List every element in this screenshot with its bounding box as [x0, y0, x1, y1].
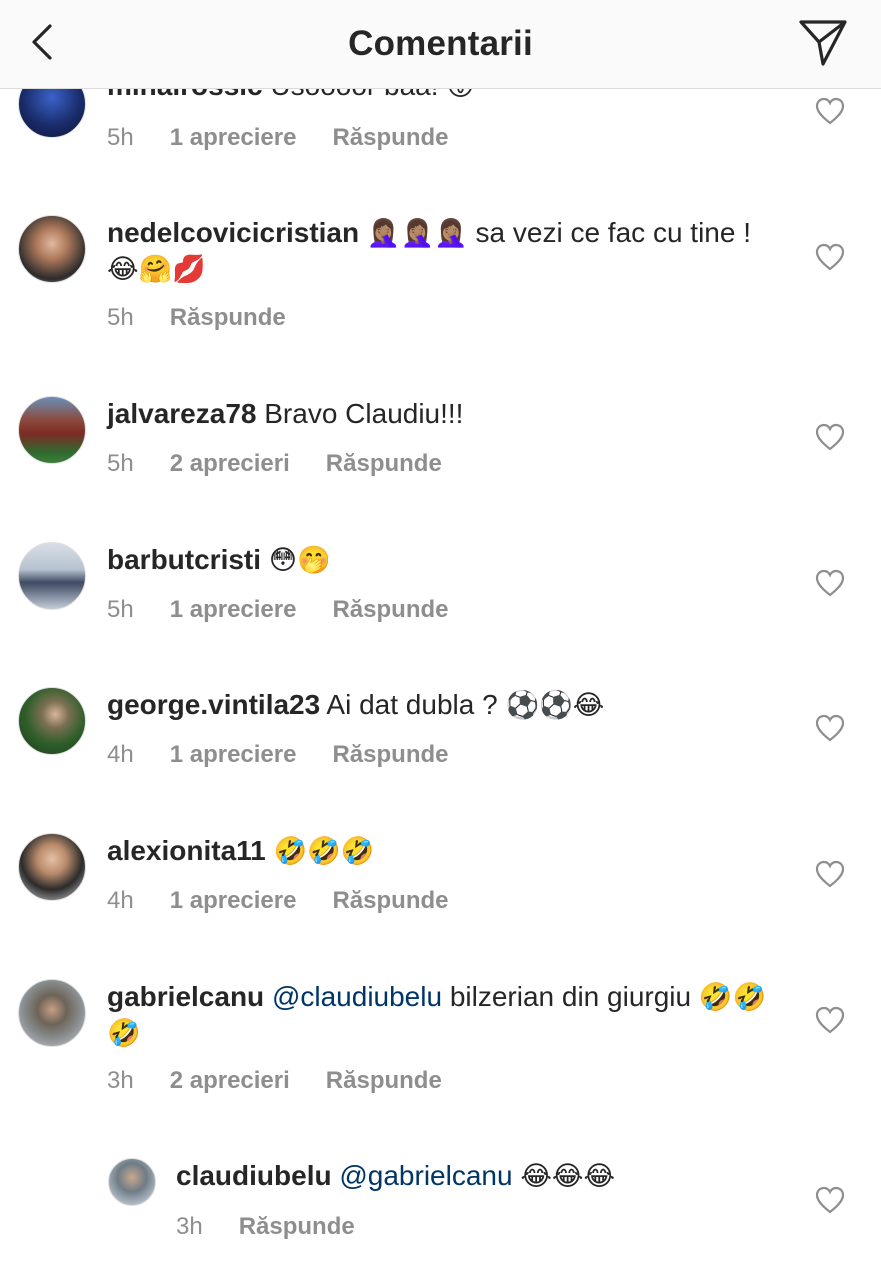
comment-username[interactable]: claudiubelu	[176, 1160, 332, 1191]
comment-username[interactable]: alexionita11	[107, 835, 266, 866]
comment-text: nedelcovicicristian 🤦🏽‍♀️🤦🏽‍♀️🤦🏽‍♀️ sa v…	[107, 215, 787, 287]
comment-body: sa vezi ce fac cu tine !	[475, 217, 751, 248]
comment-emoji: ⚽⚽😂	[505, 690, 605, 721]
comment-username[interactable]: george.vintila23	[107, 689, 320, 720]
comment-text: alexionita11 🤣🤣🤣	[107, 833, 374, 869]
comment-time: 4h	[107, 741, 134, 768]
comment-time: 3h	[176, 1213, 203, 1240]
reply-button[interactable]: Răspunde	[326, 450, 442, 478]
likes-count[interactable]: 1 apreciere	[170, 124, 297, 152]
heart-outline-icon[interactable]	[815, 860, 845, 888]
chevron-left-icon[interactable]	[22, 20, 66, 64]
avatar[interactable]	[18, 215, 86, 283]
likes-count[interactable]: 2 aprecieri	[170, 1067, 290, 1095]
comment-username[interactable]: nedelcovicicristian	[107, 217, 359, 248]
paper-plane-icon[interactable]	[795, 14, 851, 70]
comment-meta: 3h Răspunde	[176, 1213, 355, 1241]
heart-outline-icon[interactable]	[815, 1186, 845, 1214]
comment-time: 5h	[107, 450, 134, 477]
mention-link[interactable]: @claudiubelu	[272, 981, 442, 1012]
comment-meta: 5h Răspunde	[107, 304, 286, 332]
comment-meta: 5h 1 apreciere Răspunde	[107, 124, 448, 152]
comment-emoji: 🤣🤣🤣	[273, 836, 375, 867]
comment-meta: 4h 1 apreciere Răspunde	[107, 741, 448, 769]
comment-time: 5h	[107, 596, 134, 623]
comment-emoji: 😂😂😂	[520, 1161, 615, 1192]
avatar[interactable]	[18, 542, 86, 610]
comment-time: 4h	[107, 887, 134, 914]
likes-count[interactable]: 1 apreciere	[170, 887, 297, 915]
page-title: Comentarii	[348, 24, 533, 63]
reply-button[interactable]: Răspunde	[326, 1067, 442, 1095]
comment-emoji: 😳🤭	[268, 545, 331, 576]
mention-link[interactable]: @gabrielcanu	[339, 1160, 512, 1191]
reply-button[interactable]: Răspunde	[332, 124, 448, 152]
likes-count[interactable]: 1 apreciere	[170, 741, 297, 769]
comment-meta: 5h 2 aprecieri Răspunde	[107, 450, 442, 478]
avatar[interactable]	[108, 1158, 156, 1206]
comment-text: claudiubelu @gabrielcanu 😂😂😂	[176, 1158, 615, 1194]
heart-outline-icon[interactable]	[815, 423, 845, 451]
reply-button[interactable]: Răspunde	[170, 304, 286, 332]
reply-button[interactable]: Răspunde	[332, 596, 448, 624]
comment-meta: 4h 1 apreciere Răspunde	[107, 887, 448, 915]
avatar[interactable]	[18, 687, 86, 755]
avatar[interactable]	[18, 979, 86, 1047]
comment-body: bilzerian din giurgiu	[449, 981, 692, 1012]
comment-body: Bravo Claudiu!!!	[264, 398, 464, 429]
likes-count[interactable]: 2 aprecieri	[170, 450, 290, 478]
comment-emoji: 😂🤗💋	[107, 254, 206, 285]
heart-outline-icon[interactable]	[815, 1006, 845, 1034]
comment-emoji: 🤦🏽‍♀️🤦🏽‍♀️🤦🏽‍♀️	[366, 218, 468, 249]
heart-outline-icon[interactable]	[815, 714, 845, 742]
heart-outline-icon[interactable]	[815, 569, 845, 597]
heart-outline-icon[interactable]	[815, 243, 845, 271]
comment-text: barbutcristi 😳🤭	[107, 542, 331, 578]
comment-username[interactable]: gabrielcanu	[107, 981, 264, 1012]
reply-button[interactable]: Răspunde	[332, 887, 448, 915]
comment-username[interactable]: jalvareza78	[107, 398, 256, 429]
comment-time: 5h	[107, 124, 134, 151]
comment-text: gabrielcanu @claudiubelu bilzerian din g…	[107, 979, 787, 1051]
comments-list: mihairossic Usoooor baa! 😛 5h 1 aprecier…	[0, 0, 881, 1267]
avatar[interactable]	[18, 833, 86, 901]
comment-text: george.vintila23 Ai dat dubla ? ⚽⚽😂	[107, 687, 604, 723]
comment-body: Ai dat dubla ?	[326, 689, 498, 720]
comment-time: 5h	[107, 304, 134, 331]
comment-time: 3h	[107, 1067, 134, 1094]
avatar[interactable]	[18, 396, 86, 464]
reply-button[interactable]: Răspunde	[239, 1213, 355, 1241]
reply-button[interactable]: Răspunde	[332, 741, 448, 769]
comment-username[interactable]: barbutcristi	[107, 544, 261, 575]
top-bar: Comentarii	[0, 0, 881, 89]
heart-outline-icon[interactable]	[815, 97, 845, 125]
comment-text: jalvareza78 Bravo Claudiu!!!	[107, 396, 463, 431]
likes-count[interactable]: 1 apreciere	[170, 596, 297, 624]
comment-meta: 3h 2 aprecieri Răspunde	[107, 1067, 442, 1095]
comment-meta: 5h 1 apreciere Răspunde	[107, 596, 448, 624]
